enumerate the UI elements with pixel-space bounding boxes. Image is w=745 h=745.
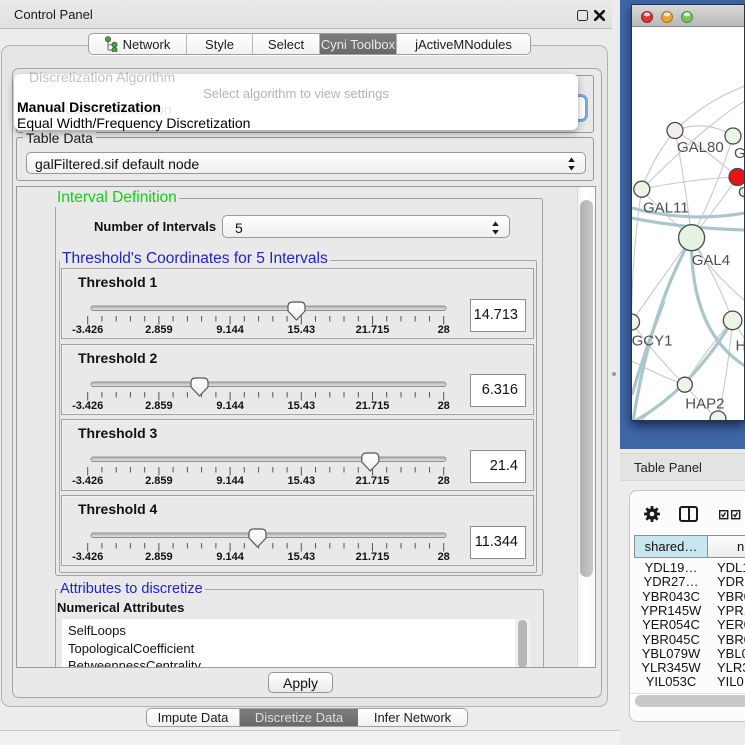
svg-text:15.43: 15.43 bbox=[288, 551, 316, 563]
svg-text:GAL4: GAL4 bbox=[692, 252, 730, 269]
svg-text:21.715: 21.715 bbox=[356, 551, 390, 563]
svg-text:-3.426: -3.426 bbox=[72, 475, 103, 487]
svg-text:C: C bbox=[738, 184, 744, 201]
svg-text:GA: GA bbox=[734, 145, 744, 162]
svg-text:9.144: 9.144 bbox=[216, 400, 244, 412]
svg-text:21.715: 21.715 bbox=[356, 324, 390, 336]
svg-text:15.43: 15.43 bbox=[288, 324, 316, 336]
svg-text:HAP2: HAP2 bbox=[685, 395, 724, 412]
svg-text:-3.426: -3.426 bbox=[72, 551, 103, 563]
svg-text:15.43: 15.43 bbox=[288, 400, 316, 412]
svg-text:-3.426: -3.426 bbox=[72, 400, 103, 412]
svg-text:9.144: 9.144 bbox=[216, 551, 244, 563]
svg-text:H: H bbox=[736, 338, 745, 355]
svg-text:15.43: 15.43 bbox=[288, 475, 316, 487]
svg-text:2.859: 2.859 bbox=[145, 400, 173, 412]
svg-text:28: 28 bbox=[438, 475, 450, 487]
svg-text:GAL11: GAL11 bbox=[643, 200, 689, 217]
svg-text:28: 28 bbox=[438, 551, 450, 563]
svg-text:28: 28 bbox=[438, 400, 450, 412]
svg-text:9.144: 9.144 bbox=[216, 324, 244, 336]
svg-text:2.859: 2.859 bbox=[145, 475, 173, 487]
svg-text:GCY1: GCY1 bbox=[632, 333, 672, 350]
svg-text:GAL80: GAL80 bbox=[677, 139, 724, 156]
svg-text:9.144: 9.144 bbox=[216, 475, 244, 487]
svg-text:21.715: 21.715 bbox=[356, 475, 390, 487]
svg-text:28: 28 bbox=[438, 324, 450, 336]
svg-text:2.859: 2.859 bbox=[145, 324, 173, 336]
svg-text:21.715: 21.715 bbox=[356, 400, 390, 412]
svg-text:2.859: 2.859 bbox=[145, 551, 173, 563]
svg-text:-3.426: -3.426 bbox=[72, 324, 103, 336]
